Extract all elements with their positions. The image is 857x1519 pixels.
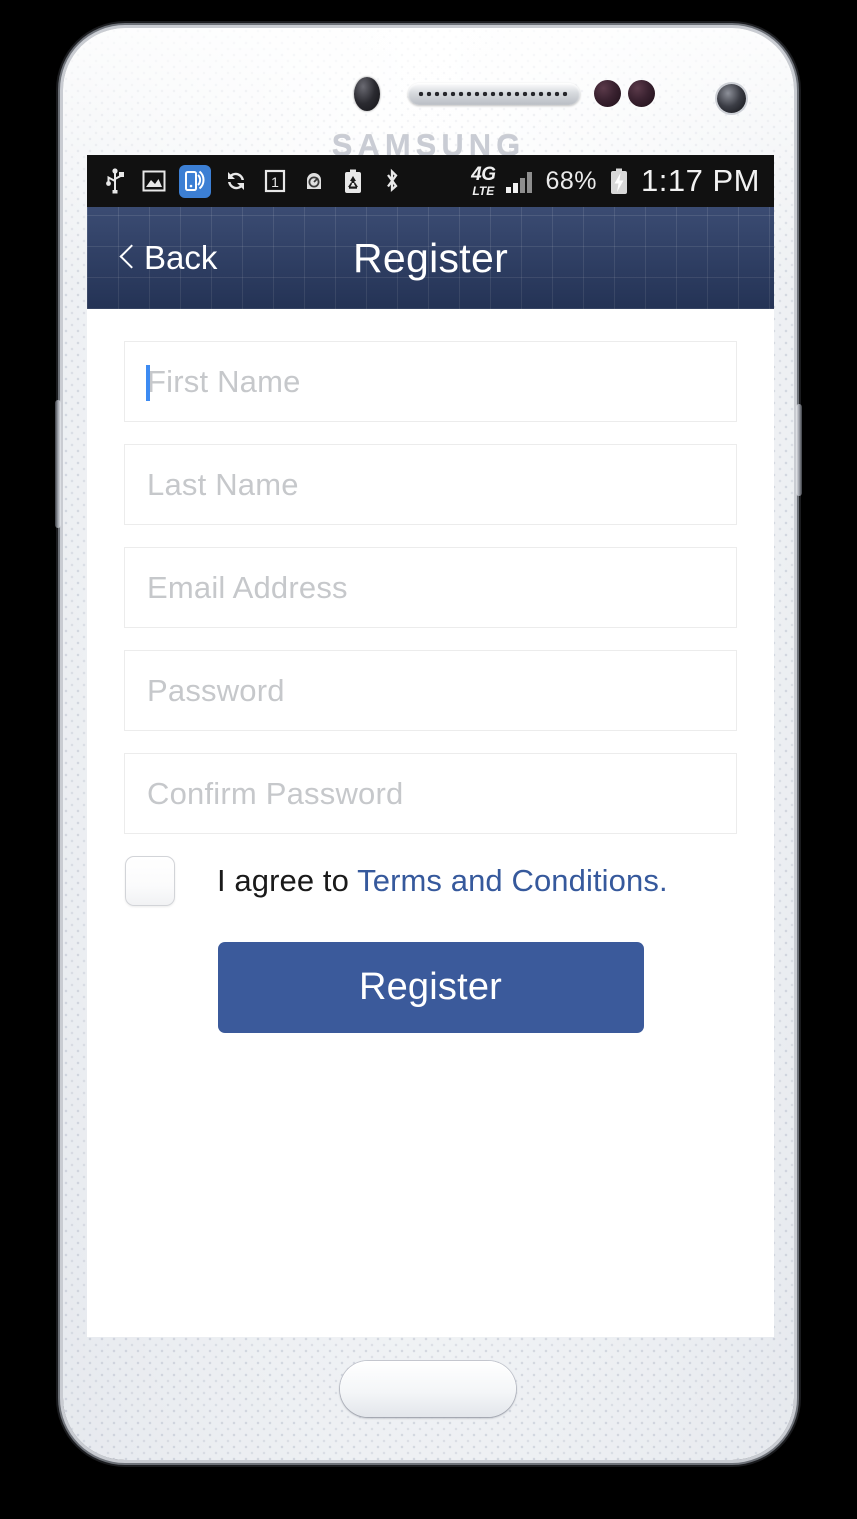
earpiece-speaker (408, 83, 580, 105)
mobile-hotspot-icon (179, 164, 211, 198)
terms-prefix-label: I agree to (217, 863, 358, 898)
battery-charging-icon (605, 166, 633, 196)
email-placeholder: Email Address (147, 569, 348, 605)
bluetooth-icon (378, 166, 406, 196)
screenshot-stage: SAMSUNG 1 4G LTE 68% 1:17 PM Back Regist… (0, 0, 857, 1519)
back-button-label: Back (144, 239, 218, 276)
email-field[interactable]: Email Address (124, 547, 737, 628)
network-type-label: 4G LTE (471, 164, 496, 198)
app-header: Back Register (87, 207, 774, 309)
calendar-day-icon: 1 (261, 166, 289, 196)
home-button[interactable] (340, 1361, 516, 1417)
light-sensor-icon (628, 80, 655, 107)
register-button[interactable]: Register (217, 942, 644, 1033)
status-bar-clock: 1:17 PM (641, 163, 760, 198)
first-name-placeholder: First Name (147, 363, 301, 399)
terms-and-conditions-link[interactable]: Terms and Conditions. (357, 863, 668, 898)
network-type-text: 4G (471, 164, 496, 185)
password-field[interactable]: Password (124, 650, 737, 731)
battery-percent-label: 68% (545, 166, 598, 195)
volume-rocker-button[interactable] (55, 400, 61, 528)
confirm-password-field[interactable]: Confirm Password (124, 753, 737, 834)
last-name-field[interactable]: Last Name (124, 444, 737, 525)
usb-icon (101, 166, 129, 196)
register-form: First Name Last Name Email Address Passw… (87, 309, 774, 1033)
confirm-password-placeholder: Confirm Password (147, 775, 404, 811)
svg-text:1: 1 (271, 174, 279, 190)
status-bar-left-icons: 1 (101, 164, 406, 198)
back-button[interactable]: Back (119, 239, 217, 277)
padlock-icon (300, 166, 328, 196)
network-sub-text: LTE (472, 184, 495, 198)
sync-icon (222, 166, 250, 196)
status-bar: 1 4G LTE 68% 1:17 PM (87, 155, 774, 207)
earpiece-grille (418, 90, 570, 98)
terms-text: I agree to Terms and Conditions. (217, 863, 668, 899)
power-button[interactable] (796, 404, 802, 496)
signal-strength-icon (504, 166, 538, 196)
screenshot-image-icon (140, 166, 168, 196)
text-caret (146, 365, 150, 401)
submit-row: Register (124, 942, 737, 1033)
first-name-field[interactable]: First Name (124, 341, 737, 422)
terms-checkbox[interactable] (125, 856, 175, 906)
battery-saver-recycle-icon (339, 166, 367, 196)
secondary-camera-icon (717, 84, 746, 113)
proximity-sensor-icon (594, 80, 621, 107)
front-camera-icon (354, 77, 380, 111)
chevron-left-icon (119, 244, 135, 272)
phone-screen: 1 4G LTE 68% 1:17 PM Back Register First… (87, 155, 774, 1337)
password-placeholder: Password (147, 672, 285, 708)
status-bar-right-group: 4G LTE 68% 1:17 PM (471, 163, 764, 199)
last-name-placeholder: Last Name (147, 466, 299, 502)
terms-agreement-row: I agree to Terms and Conditions. (124, 856, 737, 906)
